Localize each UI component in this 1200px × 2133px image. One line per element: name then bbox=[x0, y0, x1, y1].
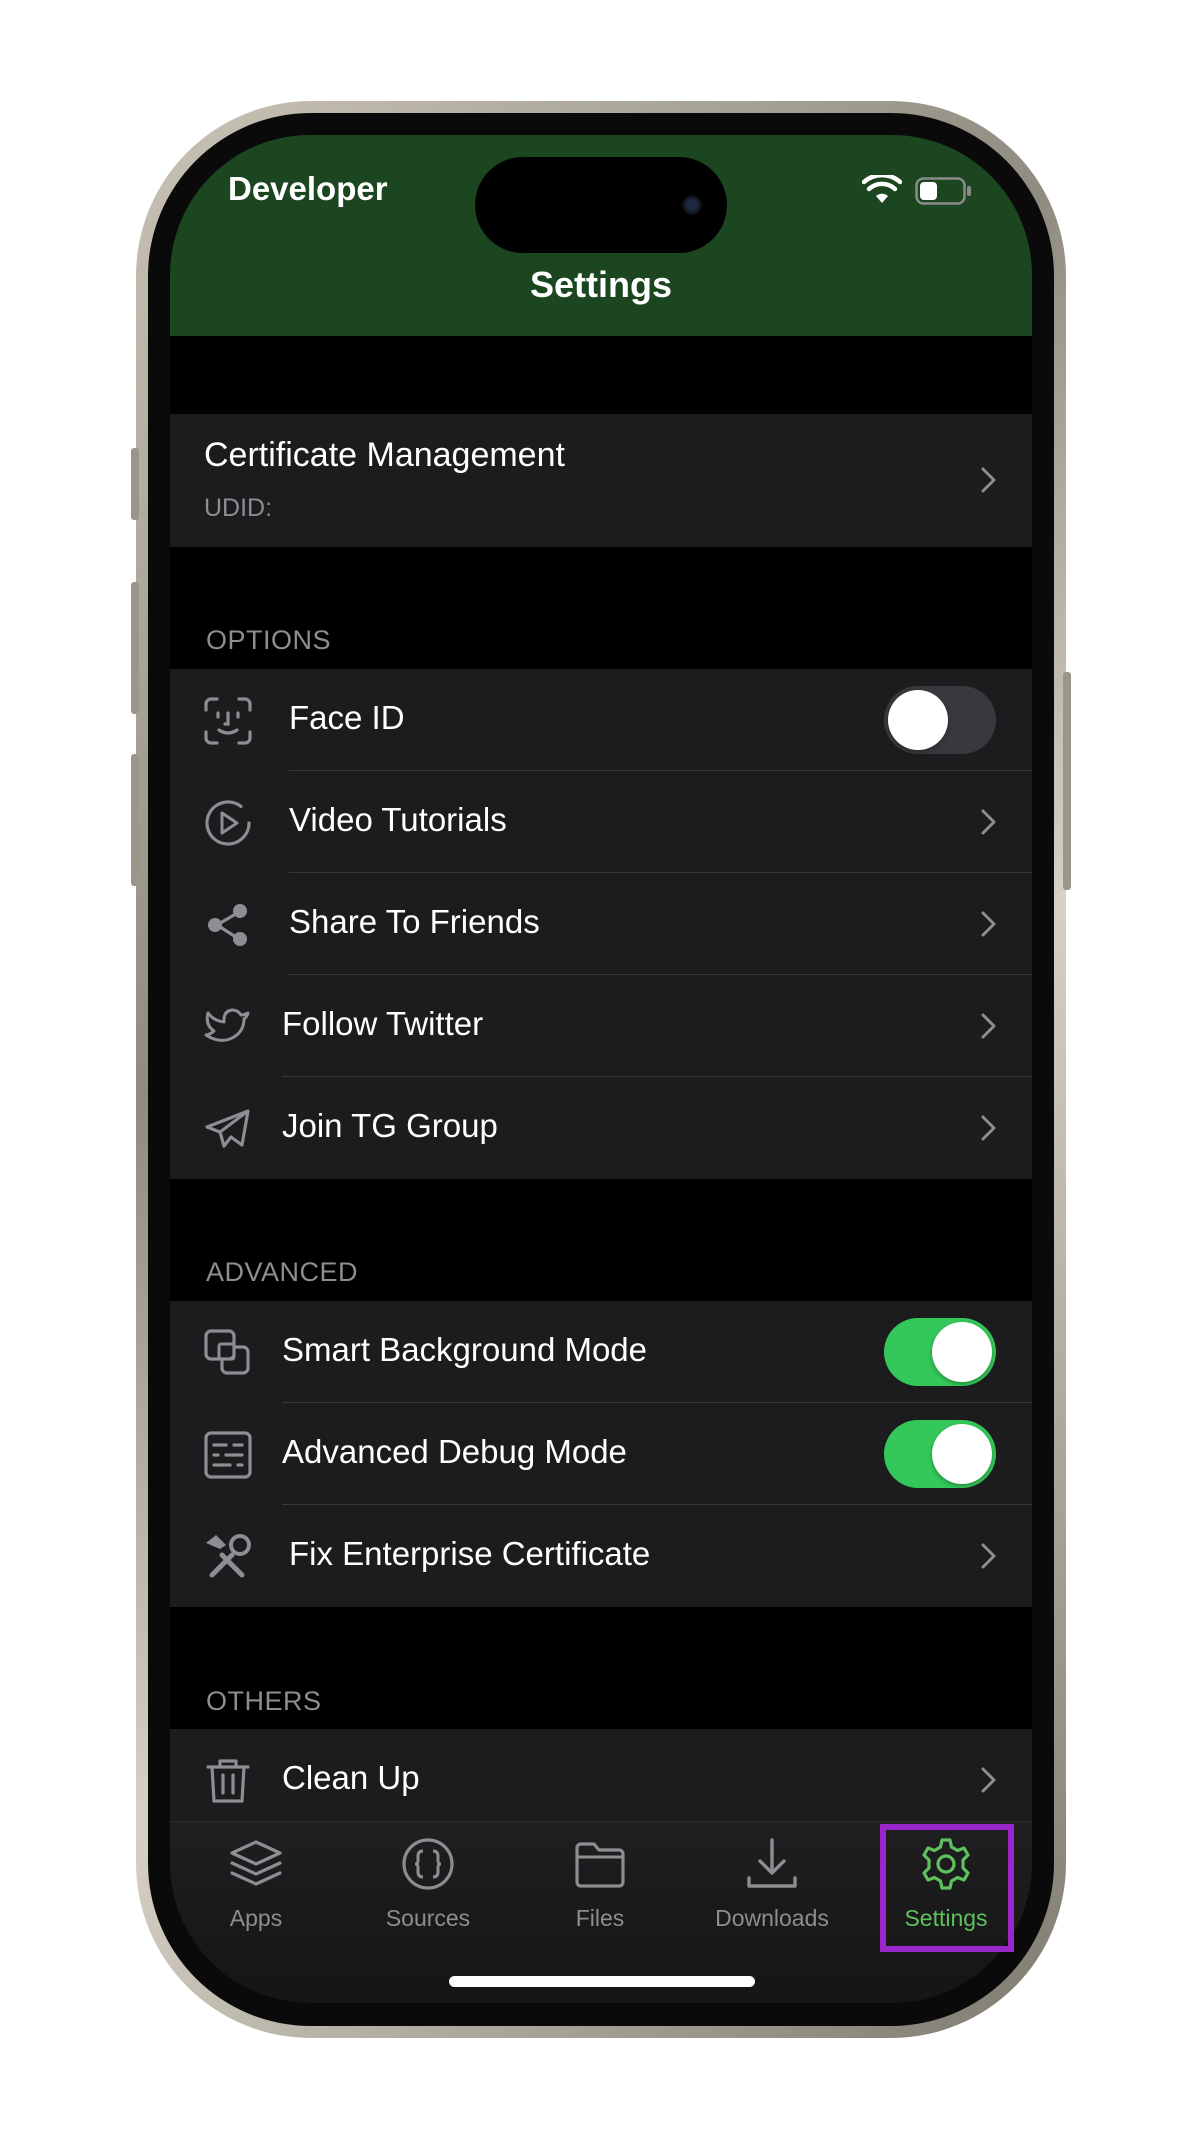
power-button bbox=[1063, 672, 1071, 890]
layers-icon bbox=[230, 1840, 282, 1886]
page-title: Settings bbox=[529, 264, 672, 305]
join-tg-group-label: Join TG Group bbox=[282, 1107, 498, 1144]
video-tutorials-row[interactable]: Video Tutorials bbox=[170, 771, 1032, 873]
smart-background-mode-toggle[interactable] bbox=[884, 1318, 996, 1386]
certificate-title: Certificate Management bbox=[204, 436, 565, 474]
options-group: Face ID Video Tutorials Share To Friends bbox=[170, 669, 1032, 1179]
section-header-advanced: ADVANCED bbox=[206, 1257, 359, 1287]
home-indicator bbox=[449, 1976, 755, 1987]
braces-icon bbox=[402, 1838, 454, 1890]
share-icon bbox=[208, 904, 247, 946]
debug-icon bbox=[204, 1431, 252, 1479]
tab-label: Sources bbox=[385, 1905, 471, 1931]
fix-enterprise-certificate-row[interactable]: Fix Enterprise Certificate bbox=[170, 1505, 1032, 1607]
tools-icon bbox=[206, 1534, 251, 1578]
screen: Developer Settings Certificate Managemen… bbox=[170, 135, 1032, 2003]
download-icon bbox=[747, 1838, 797, 1888]
join-tg-group-row[interactable]: Join TG Group bbox=[170, 1077, 1032, 1179]
tab-sources[interactable]: Sources bbox=[342, 1822, 514, 1952]
status-carrier-label: Developer bbox=[228, 170, 388, 207]
dynamic-island bbox=[475, 157, 727, 253]
tab-label: Apps bbox=[229, 1905, 283, 1931]
smart-background-mode-label: Smart Background Mode bbox=[282, 1331, 648, 1368]
face-id-row: Face ID bbox=[170, 669, 1032, 771]
toggle-knob bbox=[932, 1424, 992, 1484]
chevron-right-icon bbox=[981, 1543, 996, 1569]
section-header-options: OPTIONS bbox=[206, 625, 332, 655]
chevron-right-icon bbox=[981, 1115, 996, 1141]
advanced-debug-mode-toggle[interactable] bbox=[884, 1420, 996, 1488]
advanced-group: Smart Background Mode Advanced Debug Mod… bbox=[170, 1301, 1032, 1607]
chevron-right-icon bbox=[981, 809, 996, 835]
face-id-icon bbox=[204, 697, 252, 745]
folder-icon bbox=[575, 1842, 625, 1888]
nav-header: Developer Settings bbox=[170, 135, 1032, 336]
advanced-debug-mode-label: Advanced Debug Mode bbox=[282, 1433, 627, 1470]
action-button bbox=[131, 448, 139, 520]
volume-up-button bbox=[131, 582, 139, 714]
tab-files[interactable]: Files bbox=[514, 1822, 686, 1952]
chevron-right-icon bbox=[981, 1767, 996, 1793]
front-camera bbox=[682, 195, 702, 215]
fix-enterprise-certificate-label: Fix Enterprise Certificate bbox=[289, 1535, 651, 1572]
toggle-knob bbox=[932, 1322, 992, 1382]
volume-down-button bbox=[131, 754, 139, 886]
toggle-knob bbox=[888, 690, 948, 750]
wifi-icon bbox=[862, 175, 902, 203]
tab-label: Files bbox=[575, 1905, 625, 1931]
certificate-management-row[interactable]: Certificate Management UDID: bbox=[170, 414, 1032, 547]
advanced-debug-mode-row: Advanced Debug Mode bbox=[170, 1403, 1032, 1505]
clean-up-row[interactable]: Clean Up bbox=[170, 1729, 1032, 1831]
chevron-right-icon bbox=[981, 467, 996, 493]
twitter-icon bbox=[204, 1008, 250, 1042]
tab-label: Downloads bbox=[715, 1905, 829, 1931]
chevron-right-icon bbox=[981, 1013, 996, 1039]
share-to-friends-row[interactable]: Share To Friends bbox=[170, 873, 1032, 975]
video-tutorials-label: Video Tutorials bbox=[289, 801, 507, 838]
follow-twitter-label: Follow Twitter bbox=[282, 1005, 484, 1042]
section-header-others: OTHERS bbox=[206, 1686, 322, 1716]
tab-downloads[interactable]: Downloads bbox=[686, 1822, 858, 1952]
clean-up-label: Clean Up bbox=[282, 1759, 420, 1796]
smart-background-mode-row: Smart Background Mode bbox=[170, 1301, 1032, 1403]
telegram-icon bbox=[205, 1109, 250, 1148]
settings-tab-highlight-box bbox=[880, 1824, 1014, 1952]
background-mode-icon bbox=[204, 1329, 250, 1375]
follow-twitter-row[interactable]: Follow Twitter bbox=[170, 975, 1032, 1077]
battery-icon bbox=[915, 177, 971, 205]
face-id-toggle[interactable] bbox=[884, 686, 996, 754]
chevron-right-icon bbox=[981, 911, 996, 937]
share-to-friends-label: Share To Friends bbox=[289, 903, 540, 940]
play-circle-icon bbox=[205, 800, 251, 846]
face-id-label: Face ID bbox=[289, 699, 405, 736]
tab-apps[interactable]: Apps bbox=[170, 1822, 342, 1952]
trash-icon bbox=[206, 1759, 250, 1803]
udid-label: UDID: bbox=[204, 494, 273, 522]
